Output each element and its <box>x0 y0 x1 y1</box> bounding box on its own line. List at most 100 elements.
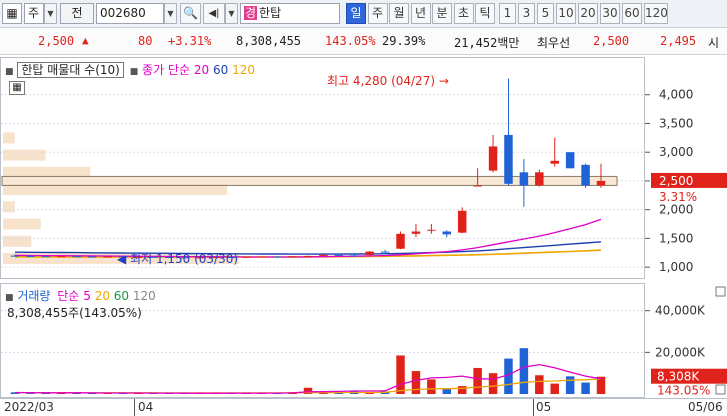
vol-ma60-label: 60 <box>113 289 130 303</box>
candle-body-3 <box>57 256 66 258</box>
candle-body-28 <box>442 231 452 235</box>
candle-body-34 <box>535 172 544 186</box>
period-tab-1[interactable]: 주 <box>367 3 388 24</box>
search-icon[interactable]: 🔍 <box>180 3 201 24</box>
volume-bar-34 <box>535 375 544 394</box>
period-tab-5[interactable]: 초 <box>453 3 474 24</box>
candle-body-35 <box>550 160 559 164</box>
jeon-button[interactable]: 전 <box>60 3 94 24</box>
candle-body-19 <box>303 255 313 257</box>
candle-body-31 <box>488 146 498 171</box>
legend-square-icon: ■ <box>5 67 14 77</box>
period-tab-4[interactable]: 분 <box>432 3 452 24</box>
volume-bar-29 <box>457 386 467 394</box>
market-type-label: 주 <box>28 6 40 20</box>
period-tab-2[interactable]: 월 <box>389 3 409 24</box>
high-annotation-text: 최고 4,280 (04/27) <box>327 74 436 88</box>
candle-body-24 <box>380 251 390 253</box>
volume-bar-28 <box>442 388 452 394</box>
volume-profile-bar-2 <box>3 218 41 230</box>
ma-label[interactable]: 종가 단순 <box>142 63 190 77</box>
stock-name-box[interactable]: 경 한탑 <box>240 3 340 24</box>
volume-bar-25 <box>396 355 405 394</box>
volume-bar-35 <box>550 383 559 394</box>
volume-tag-ratio: 143.05% <box>657 384 710 398</box>
period-tab-3[interactable]: 년 <box>410 3 431 24</box>
interval-btn-10[interactable]: 10 <box>556 3 576 24</box>
xaxis-label-05: 05 <box>536 400 552 414</box>
price-scale-label-0: 4,000 <box>659 88 693 102</box>
candle-body-38 <box>596 180 606 186</box>
volume-profile-bar-3 <box>3 201 15 213</box>
candle-body-17 <box>272 256 282 258</box>
volume-readout: 8,308,455주(143.05%) <box>7 306 142 320</box>
volume-scale-svg: 40,000K 20,000K 8,308K143.05% <box>645 286 727 398</box>
candle-body-4 <box>72 256 81 258</box>
table-view-icon[interactable]: ▦ <box>9 81 25 95</box>
price-scale: 4,0003,5003,0002,5002,0001,5001,0002,500… <box>645 57 727 279</box>
price-scale-svg: 4,0003,5003,0002,5002,0001,5001,0002,500… <box>645 88 727 274</box>
stock-code-text: 002680 <box>100 6 146 20</box>
ma-square-icon: ■ <box>129 67 139 77</box>
candle-body-6 <box>103 256 112 258</box>
interval-btn-1[interactable]: 1 <box>499 3 516 24</box>
price-scale-label-4: 2,000 <box>659 203 693 217</box>
date-axis: 2022/03 04 05 05/06 <box>0 398 727 416</box>
turnover-rate: 29.39% <box>382 34 426 48</box>
grid-menu-icon[interactable]: ▦ <box>2 3 22 24</box>
left-arrow-icon: ◀ <box>117 252 131 266</box>
current-price: 2,500 <box>38 34 75 48</box>
volume-profile-bar-6 <box>3 149 46 161</box>
best-bid: 2,495 <box>660 34 697 48</box>
vol-ma120-label: 120 <box>132 289 156 303</box>
candle-body-23 <box>365 251 374 256</box>
toolbar: ▦ 주 ▼ 전 002680 ▼ 🔍 ◀| ▼ 경 한탑 일주월년분초틱 1351… <box>0 0 727 28</box>
volume-bar-36 <box>565 376 575 394</box>
volume-profile-bar-1 <box>3 235 32 247</box>
volume-bar-31 <box>488 373 498 394</box>
interval-btn-30[interactable]: 30 <box>600 3 620 24</box>
volume-bar-37 <box>581 382 590 394</box>
market-type-dropdown-icon[interactable]: ▼ <box>44 3 57 24</box>
volume-scale-label-0: 40,000K <box>655 304 706 318</box>
vol-ma5-label: 5 <box>83 289 91 303</box>
volume-value: 8,308,455 <box>236 34 302 48</box>
candle-body-0 <box>10 255 20 257</box>
interval-btn-120[interactable]: 120 <box>644 3 668 24</box>
candle-body-1 <box>26 255 35 257</box>
high-annotation: 최고 4,280 (04/27) → <box>327 72 449 89</box>
candle-body-37 <box>581 164 590 186</box>
panel-expand-icon <box>715 384 726 395</box>
interval-btn-20[interactable]: 20 <box>578 3 598 24</box>
low-annotation-text: 최저 1,150 (03/30) <box>130 252 239 266</box>
interval-btn-5[interactable]: 5 <box>537 3 554 24</box>
vol-ma-label[interactable]: 단순 <box>57 289 79 303</box>
speaker-dropdown-icon[interactable]: ▼ <box>225 3 238 24</box>
market-type-select[interactable]: 주 <box>24 3 44 24</box>
interval-btn-3[interactable]: 3 <box>518 3 535 24</box>
ma60-label: 60 <box>212 63 229 77</box>
price-tag-rate: 3.31% <box>659 190 697 204</box>
price-chart-panel[interactable]: ■ 한탑 매물대 수(10) ■ 종가 단순 20 60 120 ▦ 최고 4,… <box>0 57 645 279</box>
trade-value: 21,452백만 <box>454 36 520 50</box>
code-dropdown-icon[interactable]: ▼ <box>164 3 177 24</box>
stock-code-input[interactable]: 002680 <box>96 3 164 24</box>
xaxis-label-05-06: 05/06 <box>688 400 723 414</box>
price-scale-label-6: 1,000 <box>659 260 693 274</box>
candle-body-15 <box>242 256 251 258</box>
period-tab-6[interactable]: 틱 <box>475 3 495 24</box>
change-rate: +3.31% <box>168 34 212 48</box>
interval-btn-60[interactable]: 60 <box>622 3 642 24</box>
candle-body-32 <box>504 134 513 184</box>
price-tag-value: 2,500 <box>659 174 693 188</box>
up-arrow-icon: ▲ <box>82 34 89 47</box>
price-scale-label-2: 3,000 <box>659 145 693 159</box>
volume-legend-name[interactable]: 거래량 <box>17 289 50 303</box>
speaker-icon[interactable]: ◀| <box>203 3 225 24</box>
price-legend-name[interactable]: 한탑 매물대 수(10) <box>17 62 124 78</box>
price-chart-svg[interactable] <box>1 58 644 278</box>
volume-chart-panel[interactable]: ■ 거래량 단순 5 20 60 120 8,308,455주(143.05%) <box>0 283 645 398</box>
volume-profile-bar-7 <box>3 132 15 144</box>
volume-bar-26 <box>411 371 421 394</box>
period-tab-0[interactable]: 일 <box>346 3 366 24</box>
